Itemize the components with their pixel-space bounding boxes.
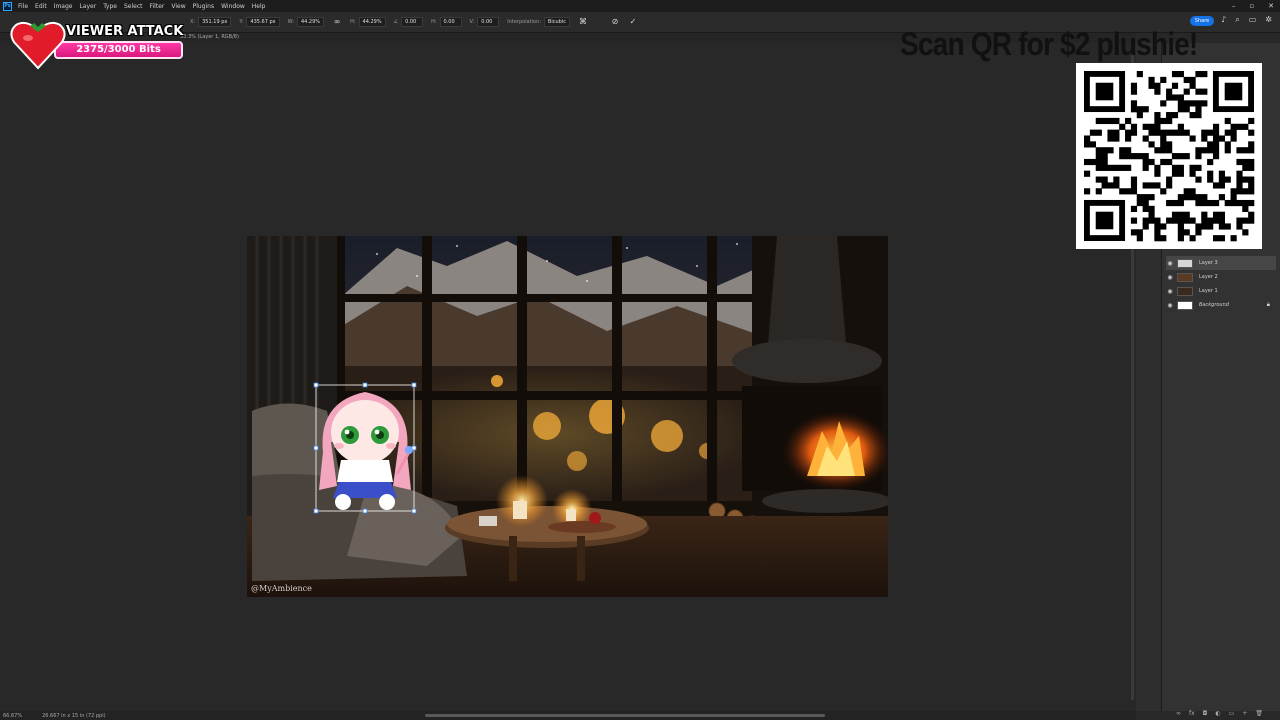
layers-panel: ◉ Layer 3 ◉ Layer 2 ◉ Layer 1 ◉ Backgrou… <box>1166 256 1276 312</box>
warp-icon[interactable]: ⌘ <box>578 17 588 27</box>
x-label: X: <box>190 19 196 25</box>
menu-type[interactable]: Type <box>103 3 117 10</box>
menu-select[interactable]: Select <box>124 3 143 10</box>
layer-thumbnail <box>1177 286 1193 296</box>
share-button[interactable]: Share <box>1190 16 1214 26</box>
document-tab[interactable]: 33.3% (Layer 1, RGB/8) <box>180 34 239 40</box>
y-value[interactable]: 435.67 px <box>246 17 280 27</box>
x-field[interactable]: X: 351.19 px <box>190 17 232 27</box>
interpolation-field[interactable]: Interpolation: Bicubic <box>507 17 570 27</box>
vskew-value[interactable]: 0.00 <box>477 17 500 27</box>
visibility-eye-icon[interactable]: ◉ <box>1166 288 1174 295</box>
viewer-attack-widget: 2375/3000 Bits VIEWER ATTACK <box>8 20 188 70</box>
document-size: 26.667 in x 15 in (72 ppi) <box>42 712 106 719</box>
hskew-field[interactable]: H: 0.00 <box>431 17 462 27</box>
layer-row[interactable]: ◉ Layer 3 <box>1166 256 1276 270</box>
menu-layer[interactable]: Layer <box>79 3 96 10</box>
menu-plugins[interactable]: Plugins <box>193 3 215 10</box>
layer-name[interactable]: Layer 3 <box>1199 260 1218 266</box>
menu-view[interactable]: View <box>171 3 185 10</box>
vskew-field[interactable]: V: 0.00 <box>470 17 500 27</box>
viewer-attack-title: VIEWER ATTACK <box>66 24 184 39</box>
strawberry-heart-icon <box>10 21 66 70</box>
interpolation-select[interactable]: Bicubic <box>543 17 570 27</box>
layer-thumbnail <box>1177 272 1193 282</box>
y-label: Y: <box>239 19 244 25</box>
layer-name[interactable]: Layer 2 <box>1199 274 1218 280</box>
angle-field[interactable]: ∠ 0.00 <box>393 17 424 27</box>
zoom-level[interactable]: 66.67% <box>3 713 22 719</box>
h-label: H: <box>350 19 356 25</box>
link-layers-icon[interactable]: ∞ <box>1176 710 1181 717</box>
adjustment-icon[interactable]: ◐ <box>1215 710 1220 717</box>
workspace-icon[interactable]: ▭ <box>1249 15 1257 25</box>
minimize-icon[interactable]: – <box>1232 2 1236 10</box>
y-field[interactable]: Y: 435.67 px <box>239 17 280 27</box>
angle-value[interactable]: 0.00 <box>401 17 424 27</box>
angle-icon: ∠ <box>393 19 399 25</box>
layer-row[interactable]: ◉ Background 🔒︎ <box>1166 298 1276 312</box>
cancel-transform-icon[interactable]: ⊘ <box>610 17 620 27</box>
top-right-icons: ♪ ⌕ ▭ ✲ <box>1221 15 1272 25</box>
menu-edit[interactable]: Edit <box>35 3 47 10</box>
menu-window[interactable]: Window <box>221 3 245 10</box>
menu-filter[interactable]: Filter <box>150 3 165 10</box>
maximize-icon[interactable]: ▫ <box>1249 2 1254 10</box>
menu-file[interactable]: File <box>18 3 28 10</box>
layers-panel-footer: ∞ fx ◘ ◐ ▭ + 🗑︎ <box>1176 710 1263 717</box>
hskew-label: H: <box>431 19 437 25</box>
window-controls: – ▫ ✕ <box>1232 0 1274 12</box>
search-icon[interactable]: ⌕ <box>1235 15 1239 25</box>
group-icon[interactable]: ▭ <box>1229 710 1235 717</box>
interpolation-label: Interpolation: <box>507 19 541 25</box>
watermark-text: @MyAmbience <box>251 584 312 593</box>
menu-image[interactable]: Image <box>54 3 73 10</box>
document-canvas[interactable]: @MyAmbience <box>247 236 888 597</box>
h-field[interactable]: H: 44.29% <box>350 17 386 27</box>
settings-icon[interactable]: ✲ <box>1265 15 1272 25</box>
hskew-value[interactable]: 0.00 <box>439 17 462 27</box>
layer-thumbnail <box>1177 258 1193 268</box>
vskew-label: V: <box>469 19 475 25</box>
layer-name[interactable]: Background <box>1199 302 1229 308</box>
w-field[interactable]: W: 44.29% <box>287 17 325 27</box>
photoshop-logo-icon: Ps <box>3 1 12 11</box>
fx-icon[interactable]: fx <box>1189 710 1195 717</box>
chibi-character-layer[interactable] <box>313 382 417 514</box>
photoshop-window: Ps File Edit Image Layer Type Select Fil… <box>0 0 1280 720</box>
h-value[interactable]: 44.29% <box>358 17 386 27</box>
w-label: W: <box>287 19 294 25</box>
layer-row[interactable]: ◉ Layer 2 <box>1166 270 1276 284</box>
layer-thumbnail <box>1177 300 1193 310</box>
visibility-eye-icon[interactable]: ◉ <box>1166 274 1174 281</box>
visibility-eye-icon[interactable]: ◉ <box>1166 302 1174 309</box>
trash-icon[interactable]: 🗑︎ <box>1255 710 1263 717</box>
qr-code-image <box>1084 71 1255 242</box>
horizontal-scrollbar[interactable] <box>425 714 825 717</box>
link-icon[interactable]: ∞ <box>332 17 342 27</box>
menu-help[interactable]: Help <box>252 3 266 10</box>
lock-icon[interactable]: 🔒︎ <box>1267 301 1270 309</box>
menu-bar: Ps File Edit Image Layer Type Select Fil… <box>0 0 1280 12</box>
qr-code[interactable] <box>1076 63 1262 249</box>
visibility-eye-icon[interactable]: ◉ <box>1166 260 1174 267</box>
close-icon[interactable]: ✕ <box>1268 2 1274 10</box>
qr-caption: Scan QR for $2 plushie! <box>900 26 1198 62</box>
canvas-area[interactable]: @MyAmbience <box>0 43 1136 711</box>
bell-icon[interactable]: ♪ <box>1221 15 1226 25</box>
mask-icon[interactable]: ◘ <box>1203 710 1208 717</box>
bits-progress-bar: 2375/3000 Bits <box>54 41 183 59</box>
commit-transform-icon[interactable]: ✓ <box>628 17 638 27</box>
w-value[interactable]: 44.29% <box>296 17 325 27</box>
x-value[interactable]: 351.19 px <box>198 17 232 27</box>
new-layer-icon[interactable]: + <box>1242 710 1247 717</box>
layer-row[interactable]: ◉ Layer 1 <box>1166 284 1276 298</box>
layer-name[interactable]: Layer 1 <box>1199 288 1218 294</box>
